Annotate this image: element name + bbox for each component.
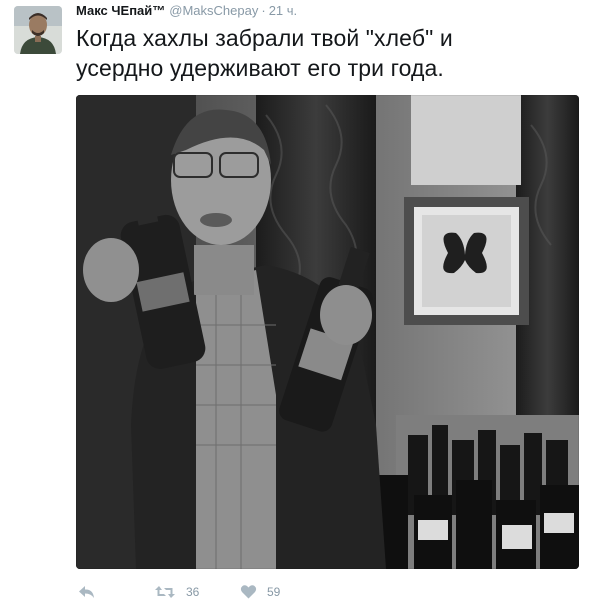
display-name[interactable]: Макс ЧЕпай™ [76, 3, 165, 18]
separator: · [261, 3, 266, 18]
tweet-card: Макс ЧЕпай™ @MaksChepay · 21 ч. Когда хахлы… [0, 0, 595, 606]
heart-icon [240, 585, 257, 599]
reply-icon [79, 586, 94, 598]
tweet-photo[interactable] [76, 95, 579, 569]
like-count: 59 [267, 585, 281, 599]
timestamp[interactable]: 21 ч. [269, 3, 297, 18]
retweet-button[interactable]: 36 [154, 582, 199, 602]
like-button[interactable]: 59 [240, 582, 280, 602]
user-avatar[interactable] [14, 6, 62, 54]
tweet-header: Макс ЧЕпай™ @MaksChepay · 21 ч. [76, 3, 297, 19]
avatar-image [14, 6, 62, 54]
reply-button[interactable] [78, 582, 96, 602]
retweet-icon [155, 586, 175, 598]
tweet-actions: 36 59 [76, 582, 376, 604]
tweet-text: Когда хахлы забрали твой "хлеб" и усердн… [76, 25, 453, 81]
screen-name[interactable]: @MaksChepay [169, 3, 258, 18]
photo-man-holding-whisky-bottles [76, 95, 579, 569]
retweet-count: 36 [186, 585, 200, 599]
